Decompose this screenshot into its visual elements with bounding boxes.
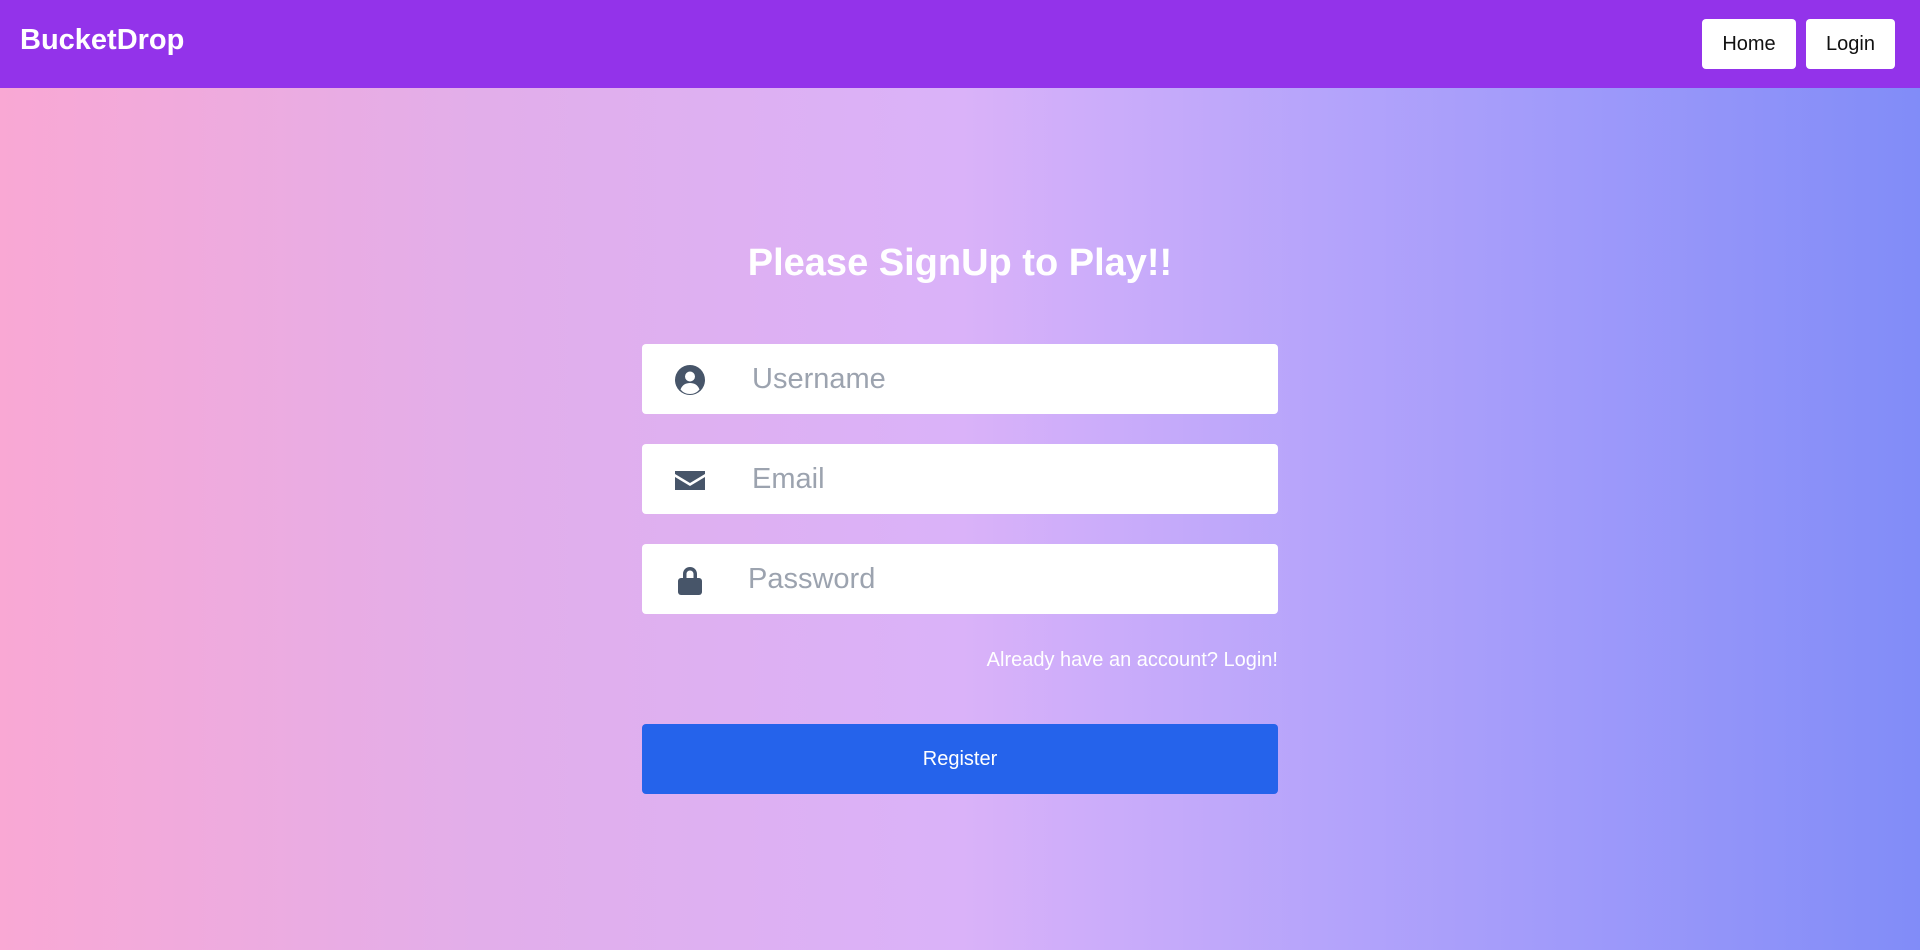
password-input[interactable]: [748, 544, 1248, 614]
user-circle-icon: [674, 364, 706, 396]
nav-home-button[interactable]: Home: [1702, 19, 1796, 69]
username-field[interactable]: [642, 344, 1278, 414]
brand-logo[interactable]: BucketDrop: [20, 22, 184, 58]
lock-icon: [674, 564, 706, 596]
username-input[interactable]: [752, 344, 1252, 414]
page-title: Please SignUp to Play!!: [747, 242, 1173, 284]
email-input[interactable]: [752, 444, 1252, 514]
navbar: BucketDrop Home Login: [0, 0, 1920, 88]
envelope-icon: [674, 464, 706, 496]
email-field[interactable]: [642, 444, 1278, 514]
register-button[interactable]: Register: [642, 724, 1278, 794]
login-link[interactable]: Already have an account? Login!: [987, 648, 1278, 672]
password-field[interactable]: [642, 544, 1278, 614]
nav-login-button[interactable]: Login: [1806, 19, 1895, 69]
